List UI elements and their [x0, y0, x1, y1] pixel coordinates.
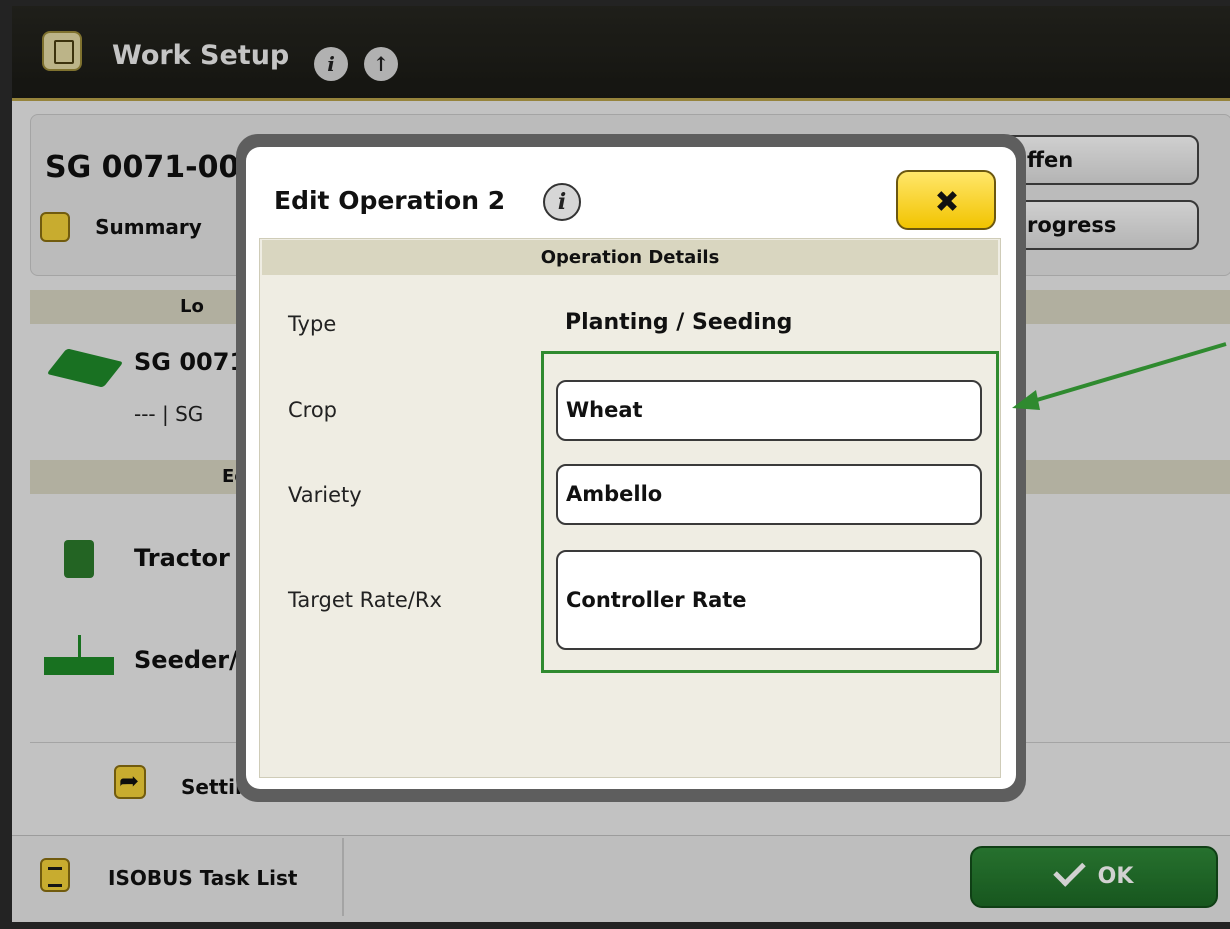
highlight-box [541, 351, 999, 673]
crop-label: Crop [288, 398, 338, 422]
pointer-arrow [1012, 342, 1227, 410]
close-button[interactable] [896, 170, 996, 230]
variety-label: Variety [288, 483, 362, 507]
type-label: Type [288, 312, 337, 336]
target-rate-label: Target Rate/Rx [288, 588, 442, 612]
dialog-title: Edit Operation 2 [274, 186, 506, 215]
dialog-info-icon[interactable]: i [543, 183, 581, 221]
operation-details-header: Operation Details [262, 240, 998, 275]
type-value: Planting / Seeding [565, 310, 793, 335]
